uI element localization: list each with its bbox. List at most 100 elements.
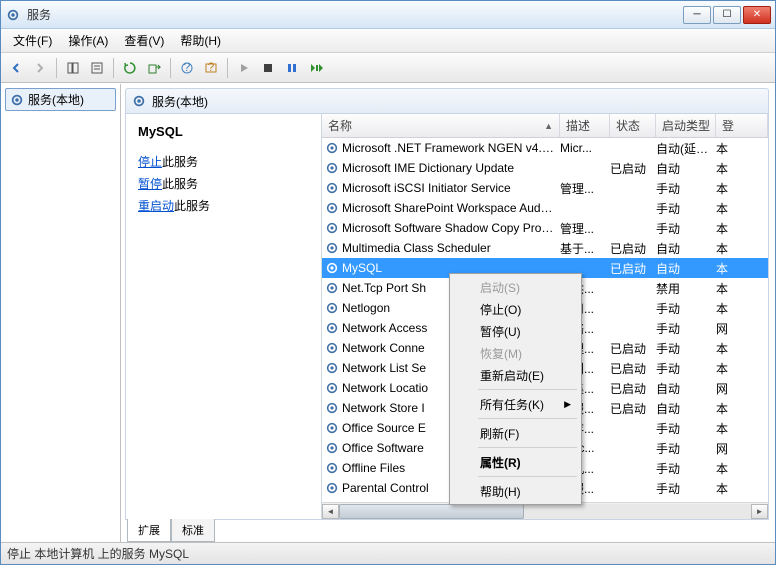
cell-logon: 本 — [716, 420, 736, 437]
tree-root-label: 服务(本地) — [28, 91, 84, 108]
maximize-button[interactable]: ☐ — [713, 6, 741, 24]
ctx-restart[interactable]: 重新启动(E) — [452, 364, 579, 386]
tab-extended[interactable]: 扩展 — [127, 519, 171, 542]
panel-title: 服务(本地) — [152, 93, 208, 110]
close-button[interactable]: ✕ — [743, 6, 771, 24]
cell-logon: 本 — [716, 360, 736, 377]
cell-logon: 本 — [716, 260, 736, 277]
detail-service-name: MySQL — [138, 124, 309, 139]
services-icon — [10, 93, 24, 107]
gear-icon — [322, 201, 342, 215]
cell-logon: 网 — [716, 440, 736, 457]
ctx-stop[interactable]: 停止(O) — [452, 298, 579, 320]
col-status[interactable]: 状态 — [610, 114, 656, 137]
gear-icon — [322, 321, 342, 335]
window-title: 服务 — [27, 6, 683, 23]
scroll-right-button[interactable]: ► — [751, 504, 768, 519]
col-startup[interactable]: 启动类型 — [656, 114, 716, 137]
services-window: 服务 ─ ☐ ✕ 文件(F) 操作(A) 查看(V) 帮助(H) ? ? — [0, 0, 776, 565]
ctx-all-tasks[interactable]: 所有任务(K)▶ — [452, 393, 579, 415]
submenu-arrow-icon: ▶ — [564, 399, 571, 410]
ctx-refresh[interactable]: 刷新(F) — [452, 422, 579, 444]
window-buttons: ─ ☐ ✕ — [683, 6, 771, 24]
col-name[interactable]: 名称 ▲ — [322, 114, 560, 137]
toolbar-separator — [170, 58, 171, 78]
col-logon[interactable]: 登 — [716, 114, 768, 137]
ctx-pause[interactable]: 暂停(U) — [452, 320, 579, 342]
gear-icon — [322, 301, 342, 315]
service-row[interactable]: Multimedia Class Scheduler基于...已启动自动本 — [322, 238, 768, 258]
service-row[interactable]: Microsoft Software Shadow Copy Prov...管理… — [322, 218, 768, 238]
refresh-button[interactable] — [119, 57, 141, 79]
gear-icon — [322, 421, 342, 435]
back-button[interactable] — [5, 57, 27, 79]
gear-icon — [322, 381, 342, 395]
context-menu: 启动(S) 停止(O) 暂停(U) 恢复(M) 重新启动(E) 所有任务(K)▶… — [449, 273, 582, 505]
gear-icon — [322, 481, 342, 495]
toolbar-separator — [227, 58, 228, 78]
ctx-properties[interactable]: 属性(R) — [452, 451, 579, 473]
help2-button[interactable]: ? — [200, 57, 222, 79]
toolbar-separator — [56, 58, 57, 78]
menu-help[interactable]: 帮助(H) — [172, 29, 229, 52]
scroll-track[interactable] — [339, 504, 751, 519]
gear-icon — [322, 281, 342, 295]
cell-desc: 管理... — [560, 220, 610, 237]
service-row[interactable]: Microsoft .NET Framework NGEN v4.0....Mi… — [322, 138, 768, 158]
restart-link[interactable]: 重启动 — [138, 199, 174, 213]
cell-status: 已启动 — [610, 340, 656, 357]
cell-name: Microsoft SharePoint Workspace Audit... — [342, 201, 560, 215]
tree-root-services[interactable]: 服务(本地) — [5, 88, 116, 111]
ctx-separator — [478, 447, 577, 448]
cell-logon: 本 — [716, 340, 736, 357]
show-hide-button[interactable] — [62, 57, 84, 79]
cell-logon: 网 — [716, 380, 736, 397]
scroll-thumb[interactable] — [339, 504, 524, 519]
panel-header: 服务(本地) — [125, 88, 769, 114]
body-area: 服务(本地) 服务(本地) MySQL 停止此服务 暂停此服务 — [1, 83, 775, 542]
help-button[interactable]: ? — [176, 57, 198, 79]
export-button[interactable] — [143, 57, 165, 79]
bottom-tabs: 扩展 标准 — [125, 520, 769, 542]
cell-name: Microsoft IME Dictionary Update — [342, 161, 560, 175]
menu-action[interactable]: 操作(A) — [60, 29, 116, 52]
menu-file[interactable]: 文件(F) — [5, 29, 60, 52]
stop-link[interactable]: 停止 — [138, 155, 162, 169]
pause-service-button[interactable] — [281, 57, 303, 79]
app-icon — [5, 7, 21, 23]
menu-view[interactable]: 查看(V) — [116, 29, 172, 52]
ctx-separator — [478, 418, 577, 419]
list-header: 名称 ▲ 描述 状态 启动类型 登 — [322, 114, 768, 138]
restart-service-button[interactable] — [305, 57, 327, 79]
service-row[interactable]: Microsoft IME Dictionary Update已启动自动本 — [322, 158, 768, 178]
stop-service-button[interactable] — [257, 57, 279, 79]
forward-button[interactable] — [29, 57, 51, 79]
status-text: 停止 本地计算机 上的服务 MySQL — [7, 545, 189, 562]
service-row[interactable]: Microsoft SharePoint Workspace Audit...手… — [322, 198, 768, 218]
service-row[interactable]: Microsoft iSCSI Initiator Service管理...手动… — [322, 178, 768, 198]
services-icon — [132, 94, 146, 108]
gear-icon — [322, 241, 342, 255]
cell-startup: 自动 — [656, 240, 716, 257]
scroll-left-button[interactable]: ◄ — [322, 504, 339, 519]
cell-startup: 自动 — [656, 380, 716, 397]
ctx-help[interactable]: 帮助(H) — [452, 480, 579, 502]
start-service-button[interactable] — [233, 57, 255, 79]
cell-startup: 手动 — [656, 420, 716, 437]
cell-logon: 本 — [716, 200, 736, 217]
svg-text:?: ? — [208, 61, 215, 74]
col-desc[interactable]: 描述 — [560, 114, 610, 137]
cell-name: Microsoft iSCSI Initiator Service — [342, 181, 560, 195]
cell-logon: 本 — [716, 280, 736, 297]
toolbar-separator — [113, 58, 114, 78]
minimize-button[interactable]: ─ — [683, 6, 711, 24]
tab-standard[interactable]: 标准 — [171, 519, 215, 542]
cell-desc: Micr... — [560, 141, 610, 155]
cell-startup: 自动 — [656, 260, 716, 277]
cell-logon: 本 — [716, 220, 736, 237]
cell-startup: 禁用 — [656, 280, 716, 297]
pause-link[interactable]: 暂停 — [138, 177, 162, 191]
properties-button[interactable] — [86, 57, 108, 79]
gear-icon — [322, 361, 342, 375]
detail-restart-line: 重启动此服务 — [138, 197, 309, 215]
